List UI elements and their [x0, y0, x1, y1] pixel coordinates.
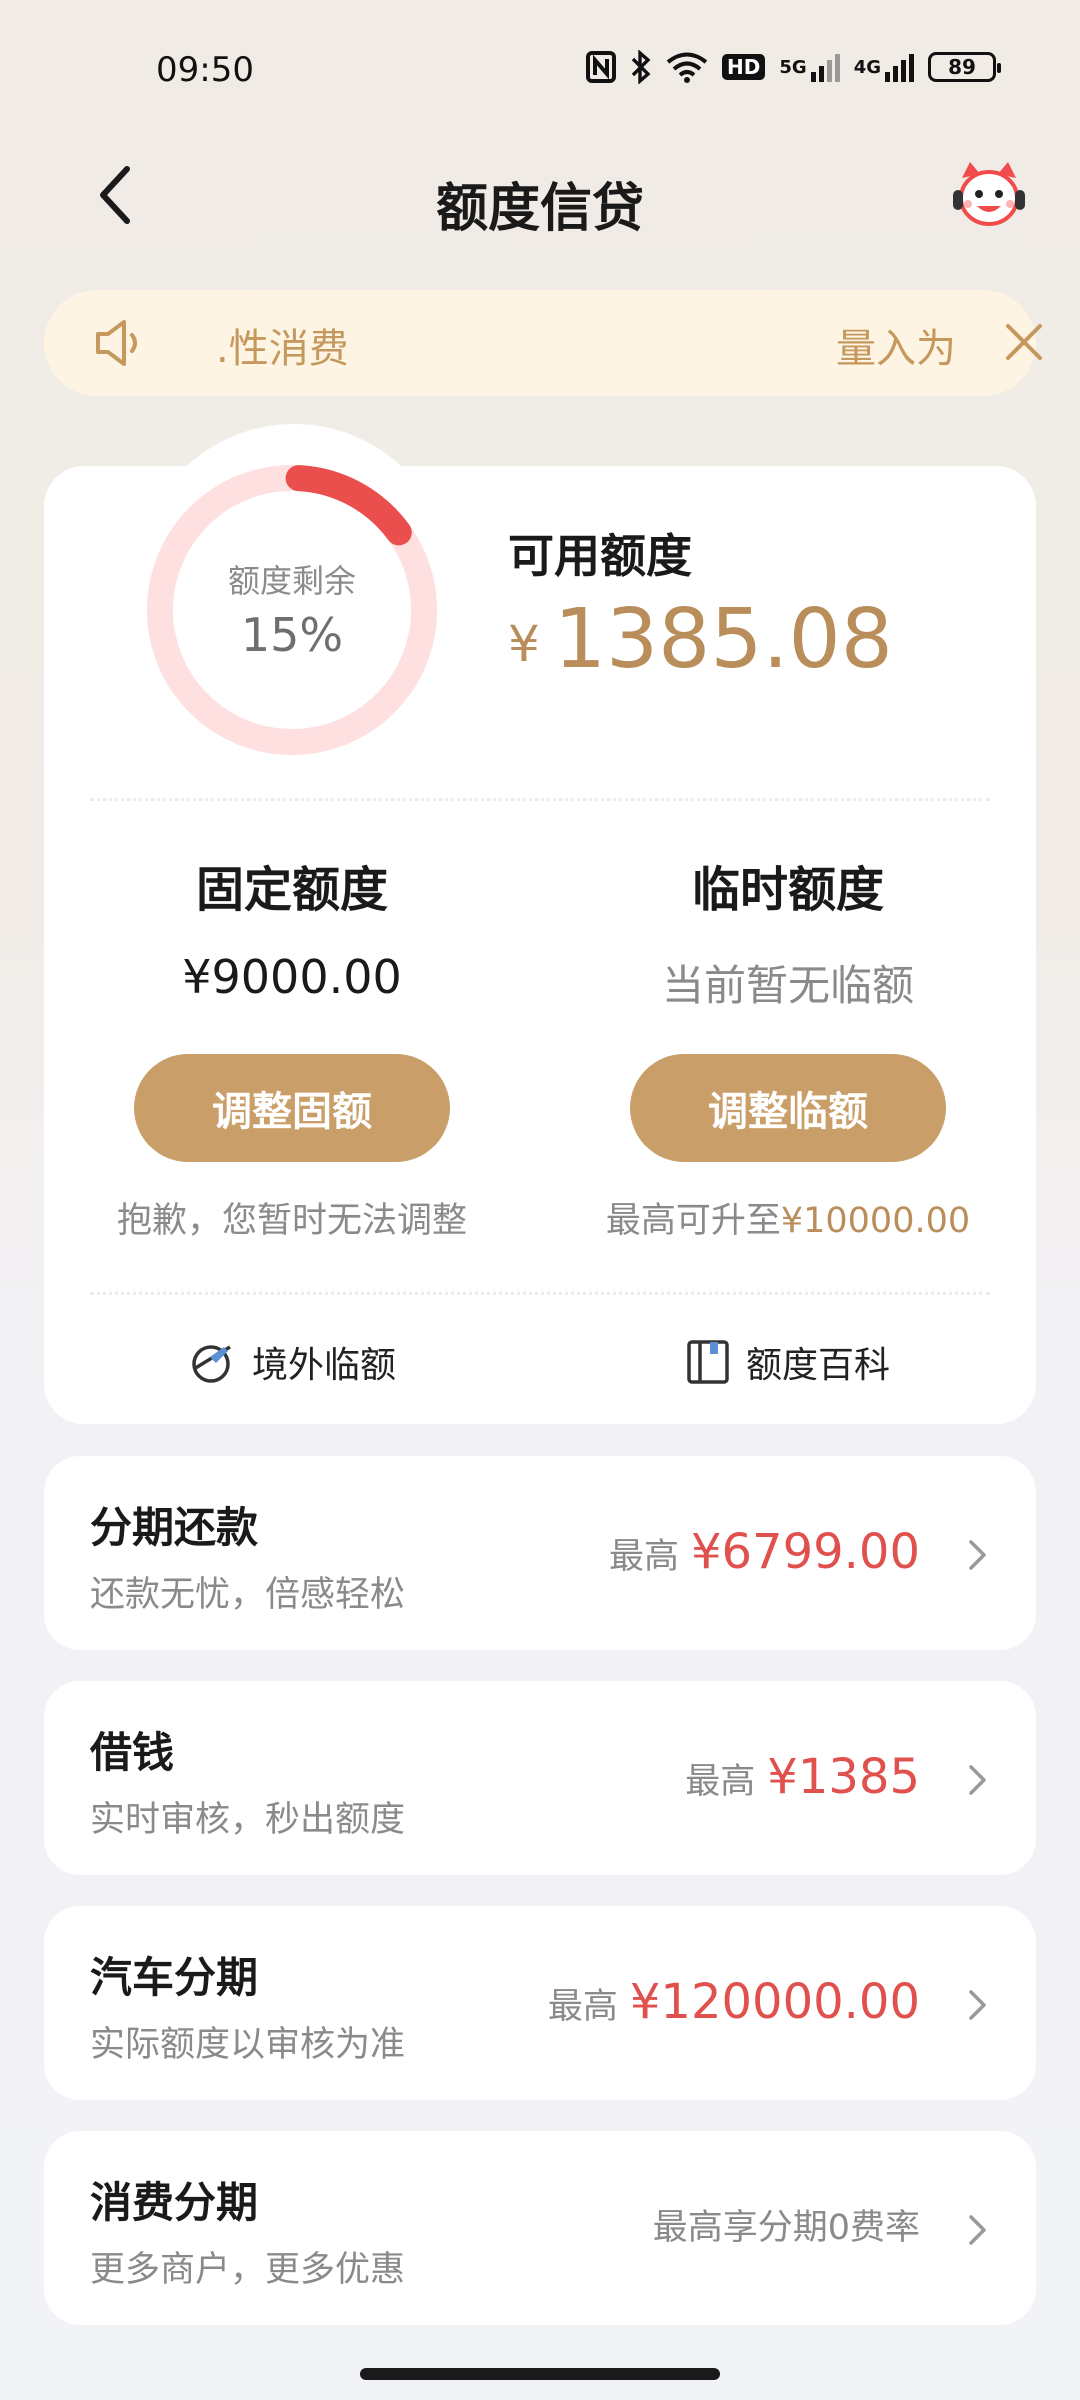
- overseas-limit-link[interactable]: 境外临额: [190, 1334, 396, 1390]
- notice-text-left: .性消费: [216, 326, 349, 372]
- bluetooth-icon: [630, 50, 652, 84]
- product-limit: 最高 ¥120000.00: [548, 1974, 920, 2030]
- product-subtitle: 更多商户，更多优惠: [90, 2250, 406, 2290]
- page-title: 额度信贷: [435, 179, 644, 239]
- chevron-right-icon: [969, 1990, 986, 2020]
- net1-text: 5G: [779, 56, 807, 78]
- product-limit: 最高 ¥6799.00: [609, 1524, 920, 1580]
- product-subtitle: 实时审核，秒出额度: [90, 1800, 406, 1840]
- fixed-value: ¥9000.00: [182, 950, 402, 1004]
- speaker-icon: [96, 320, 137, 366]
- nfc-icon: [586, 50, 617, 84]
- product-card-borrow[interactable]: 借钱 实时审核，秒出额度 最高 ¥1385: [44, 1681, 1036, 1875]
- globe-plane-icon: [192, 1345, 231, 1383]
- ring-percent: 15%: [240, 608, 344, 662]
- status-icons: HD 5G 4G 89: [586, 50, 1001, 84]
- chevron-right-icon: [969, 2215, 986, 2245]
- product-card-consumer-installment[interactable]: 消费分期 更多商户，更多优惠 最高享分期0费率: [44, 2131, 1036, 2325]
- product-card-installment-repay[interactable]: 分期还款 还款无忧，倍感轻松 最高 ¥6799.00: [44, 1456, 1036, 1650]
- divider: [90, 798, 990, 801]
- temporary-title: 临时额度: [691, 862, 884, 918]
- fixed-note: 抱歉，您暂时无法调整: [116, 1201, 467, 1241]
- available-amount: ¥1385.08: [508, 592, 893, 687]
- status-bar: 09:50 HD 5G 4G 89: [0, 0, 1080, 140]
- book-icon: [687, 1340, 729, 1384]
- signal-5g-icon: 5G: [779, 50, 840, 84]
- product-subtitle: 还款无忧，倍感轻松: [90, 1575, 406, 1615]
- product-subtitle: 实际额度以审核为准: [90, 2025, 406, 2065]
- temporary-note-prefix: 最高可升至: [605, 1201, 781, 1241]
- product-title: 分期还款: [90, 1503, 259, 1552]
- adjust-temporary-button[interactable]: 调整临额: [630, 1054, 946, 1162]
- product-limit: 最高享分期0费率: [653, 2199, 920, 2250]
- product-limit-prefix: 最高: [547, 1987, 618, 2027]
- product-card-car-installment[interactable]: 汽车分期 实际额度以审核为准 最高 ¥120000.00: [44, 1906, 1036, 2100]
- wifi-icon: [666, 50, 708, 84]
- temporary-note: 最高可升至¥10000.00: [540, 1192, 1036, 1243]
- limit-encyclopedia-label: 额度百科: [746, 1345, 891, 1386]
- available-label: 可用额度: [508, 529, 692, 583]
- battery-level: 89: [928, 52, 1001, 82]
- fixed-title: 固定额度: [195, 862, 388, 918]
- product-limit-amount: ¥120000.00: [629, 1974, 920, 2030]
- product-limit-prefix: 最高: [608, 1537, 679, 1577]
- ring-label: 额度剩余: [227, 562, 356, 600]
- product-limit-prefix: 最高享分期0费率: [652, 2208, 920, 2248]
- temporary-value: 当前暂无临额: [661, 961, 914, 1010]
- signal-4g-icon: 4G: [854, 50, 914, 84]
- hd-text: HD: [722, 54, 766, 80]
- currency-symbol: ¥: [508, 615, 540, 673]
- overseas-limit-label: 境外临额: [252, 1345, 397, 1386]
- divider: [90, 1292, 990, 1295]
- net2-text: 4G: [853, 56, 881, 78]
- notice-text-right: 量入为: [836, 326, 956, 372]
- product-limit-amount: ¥1385: [767, 1749, 920, 1805]
- limit-encyclopedia-link[interactable]: 额度百科: [686, 1334, 890, 1390]
- chevron-right-icon: [969, 1540, 986, 1570]
- close-icon[interactable]: [1002, 320, 1046, 364]
- product-title: 汽车分期: [90, 1953, 259, 2002]
- ring-arc: [285, 465, 412, 546]
- temporary-note-amount: ¥10000.00: [780, 1201, 971, 1241]
- product-limit: 最高 ¥1385: [685, 1749, 920, 1805]
- battery-icon: 89: [928, 50, 1001, 84]
- status-time: 09:50: [156, 50, 254, 90]
- product-limit-amount: ¥6799.00: [690, 1524, 920, 1580]
- home-indicator[interactable]: [360, 2368, 720, 2380]
- notice-banner[interactable]: .性消费 量入为: [44, 290, 1042, 396]
- product-title: 借钱: [90, 1728, 175, 1777]
- hd-icon: HD: [722, 50, 766, 84]
- available-amount-value: 1385.08: [553, 592, 893, 687]
- chevron-right-icon: [969, 1765, 986, 1795]
- product-title: 消费分期: [90, 2178, 259, 2227]
- product-limit-prefix: 最高: [685, 1762, 756, 1802]
- nav-bar: 额度信贷: [0, 140, 1080, 250]
- adjust-fixed-button[interactable]: 调整固额: [134, 1054, 450, 1162]
- mascot-assistant-icon[interactable]: [950, 156, 1028, 234]
